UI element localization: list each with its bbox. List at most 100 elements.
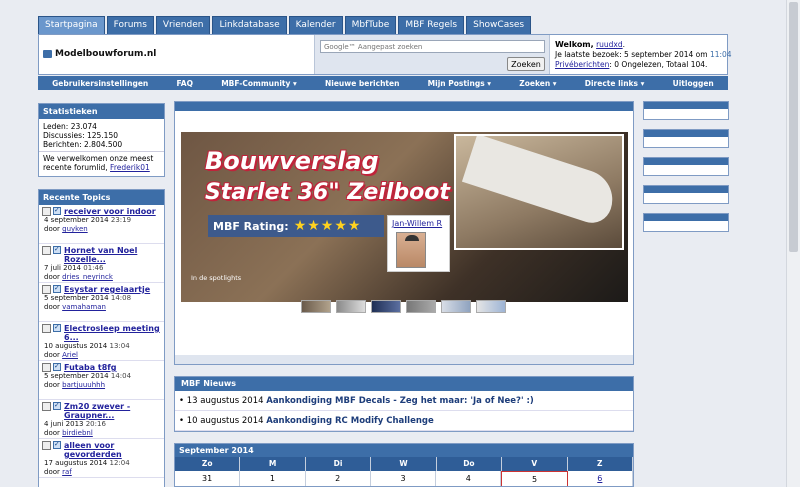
- checkbox-icon: [53, 206, 61, 215]
- nav-logout[interactable]: Uitloggen: [673, 79, 714, 88]
- topic-author-link[interactable]: birdiebnl: [62, 429, 93, 437]
- news-headline[interactable]: Aankondiging MBF Decals - Zeg het maar: …: [266, 396, 534, 406]
- topic-title-link[interactable]: receiver voor indoor: [64, 207, 156, 216]
- topic-title-link[interactable]: Futaba t8fg: [64, 363, 117, 372]
- topic-item[interactable]: Futaba t8fg5 september 2014 14:04door ba…: [39, 361, 164, 400]
- site-logo[interactable]: Modelbouwforum.nl: [43, 49, 156, 59]
- document-icon: [42, 246, 51, 255]
- topic-item[interactable]: Esystar regelaartje5 september 2014 14:0…: [39, 283, 164, 322]
- topic-author-link[interactable]: guyken: [62, 225, 88, 233]
- main-tabs: Startpagina Forums Vrienden Linkdatabase…: [38, 16, 533, 35]
- topic-time: 14:08: [110, 294, 132, 302]
- calendar-day[interactable]: 1: [240, 471, 306, 486]
- topic-author: door dries_neyrinck: [42, 273, 161, 282]
- nav-direct-links[interactable]: Directe links ▾: [585, 79, 645, 88]
- topic-head: alleen voor gevorderden: [42, 440, 161, 459]
- thumbnail-5[interactable]: [441, 300, 471, 313]
- author-link[interactable]: Jan-Willem R: [392, 219, 442, 228]
- tab-mbf-regels[interactable]: MBF Regels: [398, 16, 465, 35]
- checkbox-icon: [53, 323, 61, 332]
- topic-date: 4 september 2014 23:19: [42, 216, 161, 225]
- topic-author: door birdiebnl: [42, 429, 161, 438]
- right-box-1: [643, 101, 729, 120]
- topic-title-link[interactable]: Hornet van Noel Rozelle...: [64, 246, 161, 264]
- news-item[interactable]: • 13 augustus 2014 Aankondiging MBF Deca…: [175, 391, 633, 411]
- calendar-day[interactable]: 31: [175, 471, 241, 486]
- tab-forums[interactable]: Forums: [106, 16, 154, 35]
- nav-community[interactable]: MBF-Community ▾: [221, 79, 297, 88]
- topic-item[interactable]: alleen voor gevorderden17 augustus 2014 …: [39, 439, 164, 478]
- calendar-day-today[interactable]: 5: [501, 471, 568, 486]
- author-card[interactable]: Jan-Willem R: [387, 215, 450, 272]
- weekday: Z: [568, 457, 633, 471]
- nav-faq[interactable]: FAQ: [177, 79, 193, 88]
- calendar-day[interactable]: 3: [370, 471, 437, 486]
- nav-my-postings[interactable]: Mijn Postings ▾: [428, 79, 491, 88]
- topic-author-link[interactable]: raf: [62, 468, 72, 476]
- topic-author-link[interactable]: Ariel: [62, 351, 78, 359]
- topic-author-link[interactable]: dries_neyrinck: [62, 273, 113, 281]
- topic-item[interactable]: Zm20 zwever - Graupner...4 juni 2013 20:…: [39, 400, 164, 439]
- tab-kalender[interactable]: Kalender: [288, 16, 343, 35]
- topic-item[interactable]: receiver voor indoor4 september 2014 23:…: [39, 205, 164, 244]
- search-button[interactable]: Zoeken: [507, 57, 545, 71]
- topic-title-link[interactable]: Esystar regelaartje: [64, 285, 150, 294]
- topic-title-link[interactable]: alleen voor gevorderden: [64, 441, 161, 459]
- stat-discussions: Discussies: 125.150: [43, 131, 118, 140]
- topic-author-link[interactable]: bartjuuuhhh: [62, 381, 105, 389]
- thumbnail-4[interactable]: [406, 300, 436, 313]
- statistics-title: Statistieken: [39, 104, 164, 119]
- tab-mbftube[interactable]: MbfTube: [344, 16, 397, 35]
- scrollbar-thumb[interactable]: [789, 2, 798, 252]
- topic-title-link[interactable]: Zm20 zwever - Graupner...: [64, 402, 161, 420]
- nav-user-settings[interactable]: Gebruikersinstellingen: [52, 79, 148, 88]
- document-icon: [42, 363, 51, 372]
- calendar-day[interactable]: 2: [305, 471, 371, 486]
- news-item[interactable]: • 10 augustus 2014 Aankondiging RC Modif…: [175, 411, 633, 431]
- topic-author: door vamahaman: [42, 303, 161, 312]
- calendar-day[interactable]: 4: [436, 471, 502, 486]
- topic-item[interactable]: Hornet van Noel Rozelle...7 juli 2014 01…: [39, 244, 164, 283]
- right-box-bar: [644, 102, 728, 109]
- topic-head: Futaba t8fg: [42, 362, 161, 372]
- topic-title-link[interactable]: Electrosleep meeting 6...: [64, 324, 161, 342]
- thumbnail-2[interactable]: [336, 300, 366, 313]
- checkbox-icon: [53, 401, 61, 410]
- search-input[interactable]: [320, 40, 545, 53]
- calendar-day[interactable]: 6: [567, 471, 633, 486]
- right-box-3: [643, 157, 729, 176]
- topic-item[interactable]: Electrosleep meeting 6...10 augustus 201…: [39, 322, 164, 361]
- banner-subtitle: Starlet 36" Zeilboot: [205, 180, 450, 205]
- topic-author: door bartjuuuhhh: [42, 381, 161, 390]
- newest-member-link[interactable]: Frederik01: [110, 163, 150, 172]
- last-visit-text: Je laatste bezoek: 5 september 2014 om: [555, 50, 708, 59]
- document-icon: [42, 441, 51, 450]
- tab-vrienden[interactable]: Vrienden: [155, 16, 211, 35]
- spotlight-banner[interactable]: Bouwverslag Starlet 36" Zeilboot MBF Rat…: [181, 132, 628, 302]
- topic-date-text: 4 september 2014: [44, 216, 109, 224]
- tab-linkdatabase[interactable]: Linkdatabase: [212, 16, 287, 35]
- thumbnail-1[interactable]: [301, 300, 331, 313]
- topic-author: door raf: [42, 468, 161, 477]
- checkbox-icon: [53, 245, 61, 254]
- thumbnail-6[interactable]: [476, 300, 506, 313]
- topic-by-label: door: [44, 468, 60, 476]
- username-link[interactable]: ruudxd: [596, 40, 623, 49]
- tab-startpagina[interactable]: Startpagina: [38, 16, 105, 35]
- topic-author-link[interactable]: vamahaman: [62, 303, 106, 311]
- thumbnail-3[interactable]: [371, 300, 401, 313]
- weekday: Do: [437, 457, 503, 471]
- forum-icon: [43, 50, 52, 58]
- right-box-bar: [644, 130, 728, 137]
- nav-new-posts[interactable]: Nieuwe berichten: [325, 79, 399, 88]
- topic-time: 20:16: [85, 420, 106, 428]
- weekday: Di: [306, 457, 372, 471]
- tab-showcases[interactable]: ShowCases: [466, 16, 532, 35]
- news-headline[interactable]: Aankondiging RC Modify Challenge: [266, 416, 434, 426]
- weekday: M: [240, 457, 306, 471]
- private-messages-link[interactable]: Privéberichten: [555, 60, 609, 69]
- news-date: • 13 augustus 2014: [179, 396, 264, 406]
- nav-search[interactable]: Zoeken ▾: [519, 79, 556, 88]
- page-scrollbar[interactable]: [786, 0, 800, 487]
- site-header: Modelbouwforum.nl Zoeken Welkom, ruudxd.…: [38, 34, 732, 75]
